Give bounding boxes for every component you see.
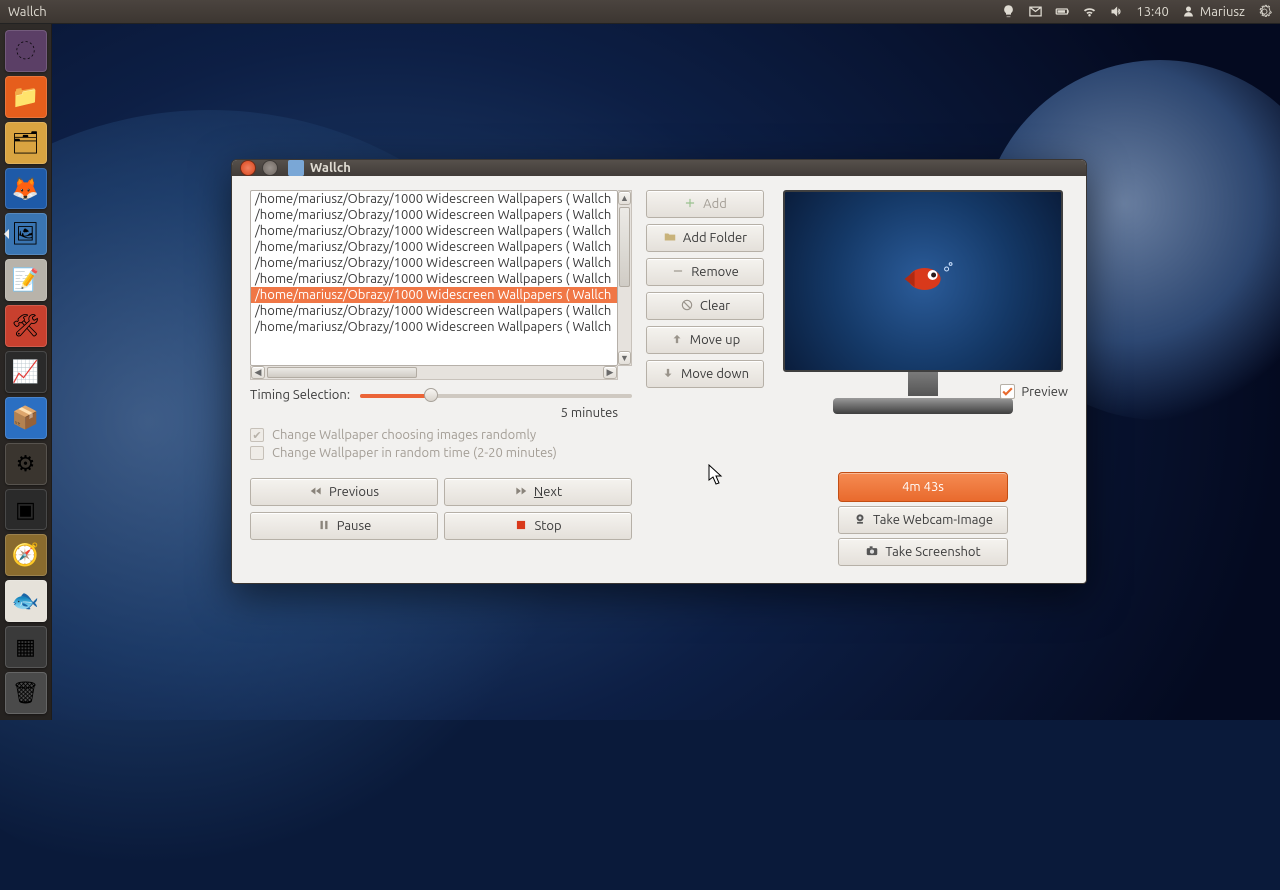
move-down-button[interactable]: Move down	[646, 360, 764, 388]
minus-icon	[671, 264, 685, 281]
indicator-network-icon[interactable]	[1082, 4, 1097, 19]
launcher-dash[interactable]: ◌	[5, 30, 47, 72]
list-item[interactable]: /home/mariusz/Obrazy/1000 Widescreen Wal…	[251, 239, 617, 255]
vscroll-down[interactable]: ▼	[618, 351, 631, 365]
previous-button[interactable]: Previous	[250, 478, 438, 506]
launcher: ◌📁🗂🦊🖼📝🛠📈📦⚙▣🧭🐟▦🗑	[0, 24, 52, 720]
top-panel: Wallch 13:40 Mariusz	[0, 0, 1280, 24]
remove-button[interactable]: Remove	[646, 258, 764, 286]
list-hscroll[interactable]: ◀ ▶	[250, 366, 618, 380]
list-item[interactable]: /home/mariusz/Obrazy/1000 Widescreen Wal…	[251, 319, 617, 335]
list-item[interactable]: /home/mariusz/Obrazy/1000 Widescreen Wal…	[251, 303, 617, 319]
camera-icon	[865, 544, 879, 561]
timing-slider[interactable]	[360, 386, 632, 404]
window-app-icon	[288, 160, 304, 176]
take-screenshot-button[interactable]: Take Screenshot	[838, 538, 1008, 566]
launcher-terminal[interactable]: ▣	[5, 489, 47, 531]
indicator-user[interactable]: Mariusz	[1181, 4, 1245, 19]
indicator-battery-icon[interactable]	[1055, 4, 1070, 19]
arrow-down-icon	[661, 366, 675, 383]
monitor-stand	[823, 372, 1023, 414]
launcher-goldfish[interactable]: 🐟	[5, 580, 47, 622]
mouse-cursor	[708, 464, 724, 490]
arrow-up-icon	[670, 332, 684, 349]
vscroll-up[interactable]: ▲	[618, 191, 631, 205]
launcher-workspace[interactable]: ▦	[5, 626, 47, 668]
list-item[interactable]: /home/mariusz/Obrazy/1000 Widescreen Wal…	[251, 207, 617, 223]
timing-label: Timing Selection:	[250, 388, 350, 402]
stop-button[interactable]: Stop	[444, 512, 632, 540]
clear-button[interactable]: Clear	[646, 292, 764, 320]
forward-icon	[514, 484, 528, 501]
stop-icon	[514, 518, 528, 535]
launcher-settings[interactable]: ⚙	[5, 443, 47, 485]
window-close-button[interactable]	[240, 160, 256, 176]
launcher-monitor[interactable]: 📈	[5, 351, 47, 393]
indicator-bulb-icon[interactable]	[1001, 4, 1016, 19]
list-item[interactable]: /home/mariusz/Obrazy/1000 Widescreen Wal…	[251, 287, 617, 303]
wallch-window: Wallch /home/mariusz/Obrazy/1000 Widescr…	[231, 159, 1087, 584]
indicator-clock[interactable]: 13:40	[1136, 5, 1169, 19]
timer-display[interactable]: 4m 43s	[838, 472, 1008, 502]
launcher-files[interactable]: 📁	[5, 76, 47, 118]
launcher-home[interactable]: 🗂	[5, 122, 47, 164]
clear-icon	[680, 298, 694, 315]
pause-button[interactable]: Pause	[250, 512, 438, 540]
add-folder-button[interactable]: Add Folder	[646, 224, 764, 252]
timing-value: 5 minutes	[561, 406, 618, 420]
launcher-trash[interactable]: 🗑	[5, 672, 47, 714]
list-item[interactable]: /home/mariusz/Obrazy/1000 Widescreen Wal…	[251, 223, 617, 239]
webcam-icon	[853, 512, 867, 529]
indicator-sound-icon[interactable]	[1109, 4, 1124, 19]
folder-icon	[663, 230, 677, 247]
window-title: Wallch	[310, 161, 351, 175]
launcher-dropbox[interactable]: 📦	[5, 397, 47, 439]
launcher-wallch[interactable]: 🖼	[5, 213, 47, 255]
launcher-gedit[interactable]: 📝	[5, 259, 47, 301]
launcher-software[interactable]: 🛠	[5, 305, 47, 347]
preview-display	[783, 190, 1063, 372]
check-random-time[interactable]: Change Wallpaper in random time (2-20 mi…	[250, 446, 632, 460]
hscroll-thumb[interactable]	[267, 367, 417, 378]
launcher-firefox[interactable]: 🦊	[5, 168, 47, 210]
hscroll-right[interactable]: ▶	[603, 366, 617, 379]
window-titlebar[interactable]: Wallch	[232, 160, 1086, 176]
indicator-session-icon[interactable]	[1257, 4, 1272, 19]
indicator-mail-icon[interactable]	[1028, 4, 1043, 19]
panel-app-title: Wallch	[8, 5, 47, 19]
take-webcam-button[interactable]: Take Webcam-Image	[838, 506, 1008, 534]
check-random-images[interactable]: ✔ Change Wallpaper choosing images rando…	[250, 428, 632, 442]
move-up-button[interactable]: Move up	[646, 326, 764, 354]
add-button[interactable]: Add	[646, 190, 764, 218]
list-item[interactable]: /home/mariusz/Obrazy/1000 Widescreen Wal…	[251, 255, 617, 271]
next-label-rest: ext	[543, 485, 562, 499]
hscroll-left[interactable]: ◀	[251, 366, 265, 379]
wallpaper-list[interactable]: /home/mariusz/Obrazy/1000 Widescreen Wal…	[250, 190, 618, 366]
list-item[interactable]: /home/mariusz/Obrazy/1000 Widescreen Wal…	[251, 191, 617, 207]
preview-checkbox[interactable]: Preview	[1000, 384, 1068, 399]
plus-icon	[683, 196, 697, 213]
list-vscroll[interactable]: ▲ ▼	[618, 190, 632, 366]
pause-icon	[317, 518, 331, 535]
launcher-compass[interactable]: 🧭	[5, 534, 47, 576]
vscroll-thumb[interactable]	[619, 207, 630, 287]
next-button[interactable]: Next	[444, 478, 632, 506]
rewind-icon	[309, 484, 323, 501]
window-minimize-button[interactable]	[262, 160, 278, 176]
list-item[interactable]: /home/mariusz/Obrazy/1000 Widescreen Wal…	[251, 271, 617, 287]
